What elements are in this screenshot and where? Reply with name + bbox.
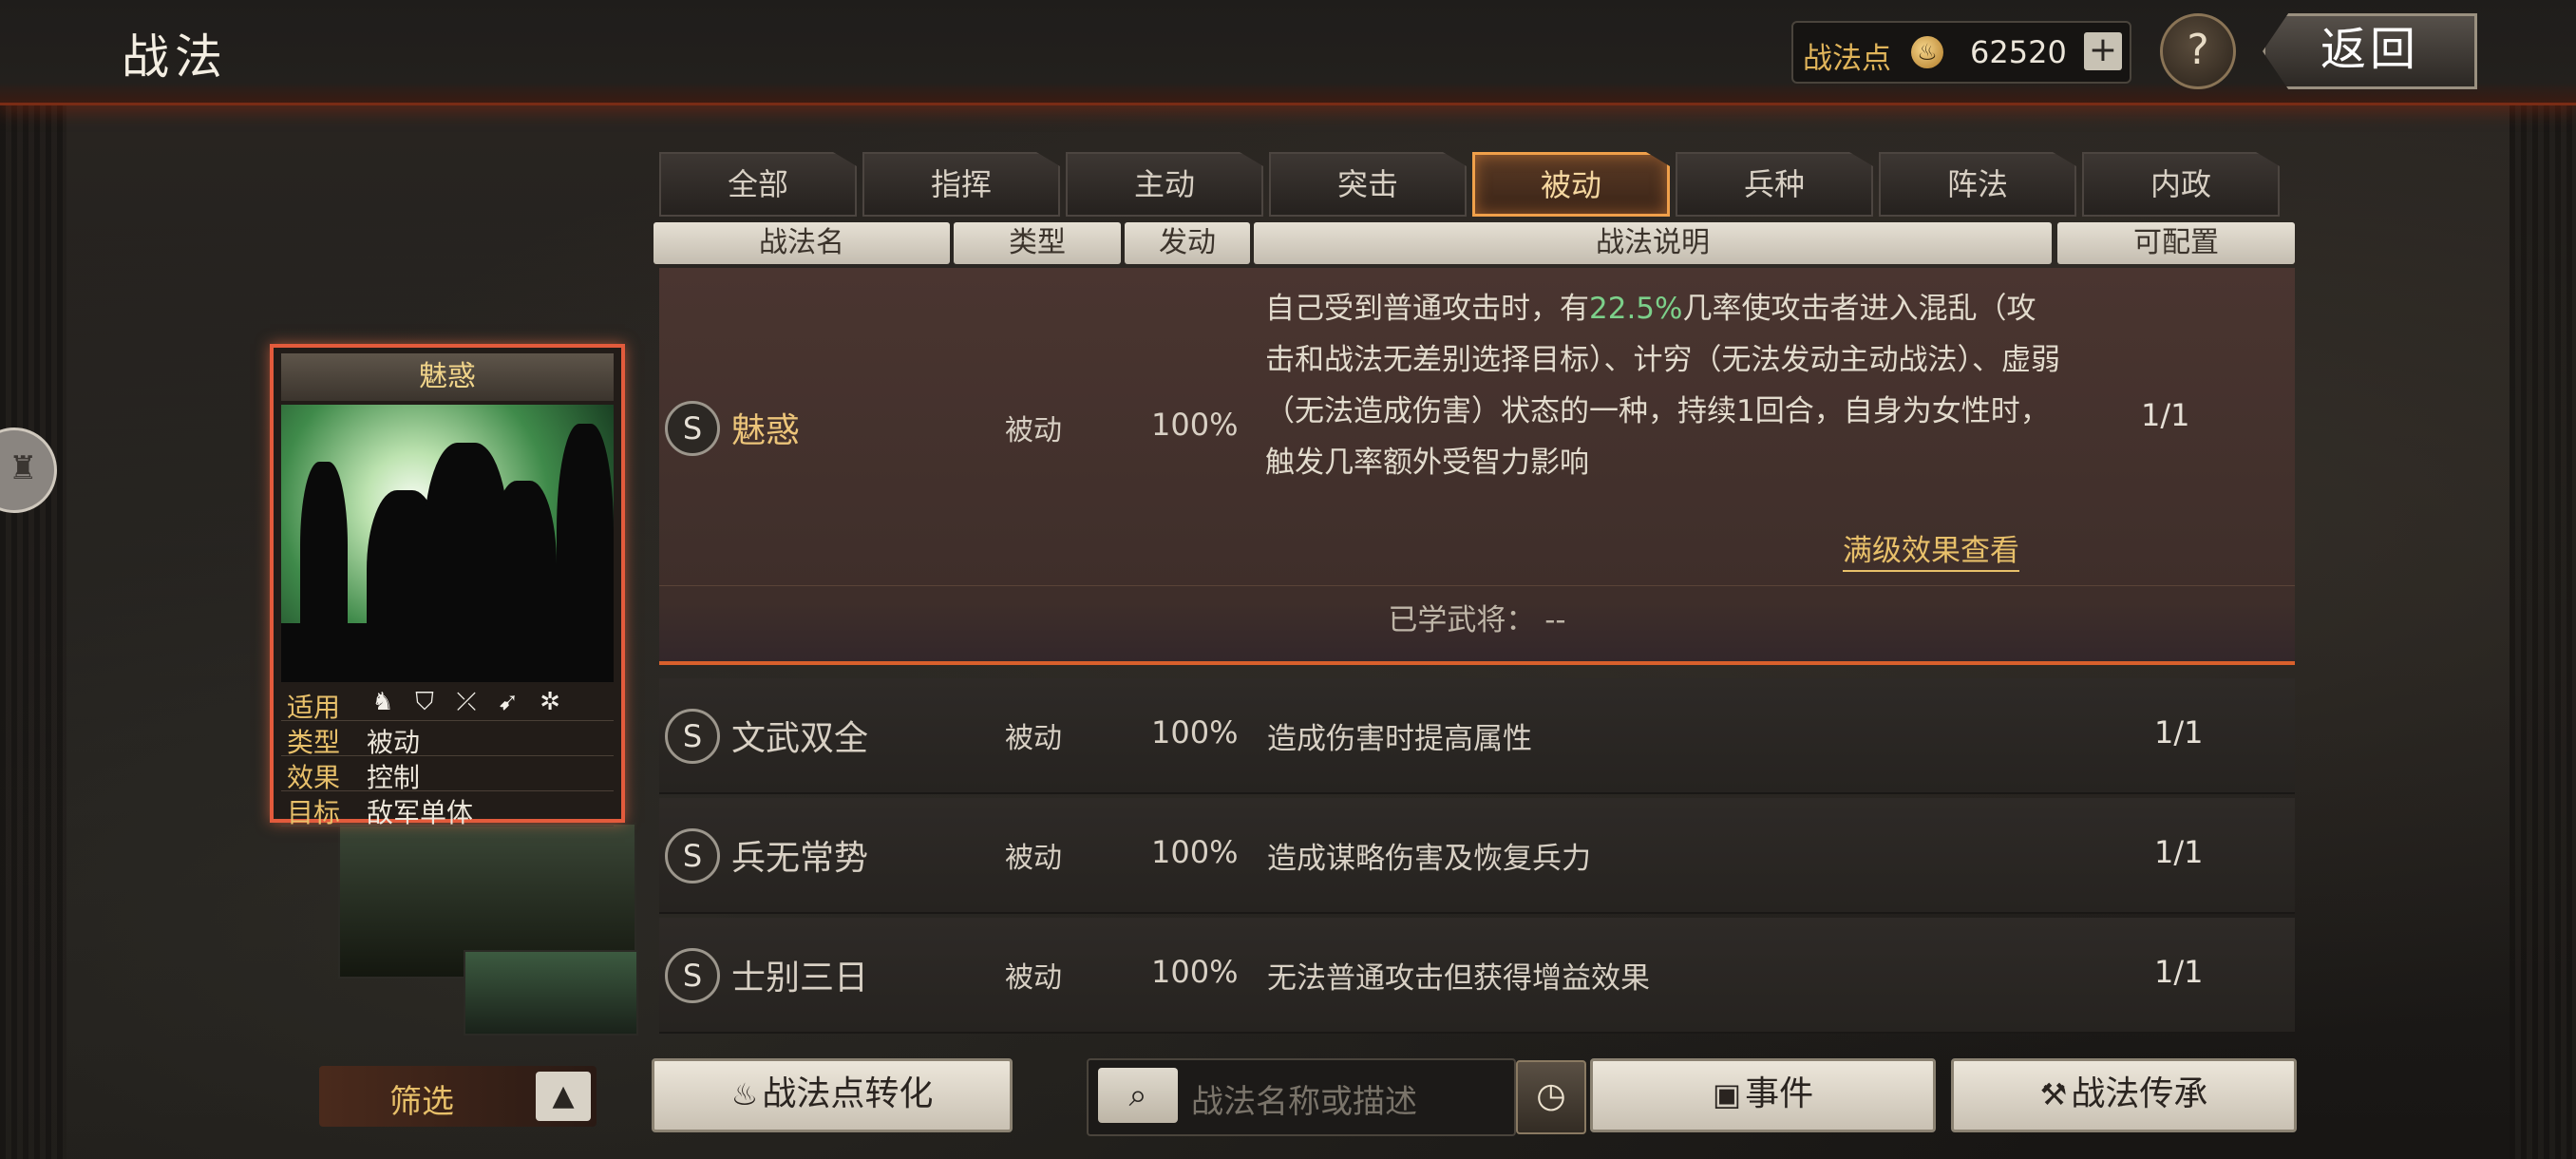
back-button[interactable]: 返回 bbox=[2263, 13, 2477, 89]
tactic-points-box: 战法点 ♨ 62520 + bbox=[1791, 21, 2131, 84]
filter-label: 筛选 bbox=[389, 1083, 454, 1121]
skill-description: 无法普通攻击但获得增益效果 bbox=[1267, 961, 1650, 996]
skill-config: 1/1 bbox=[2154, 834, 2204, 870]
filter-toggle-button[interactable]: ▲ bbox=[536, 1072, 591, 1121]
flame-icon: ♨ bbox=[730, 1076, 759, 1112]
skill-description: 造成谋略伤害及恢复兵力 bbox=[1267, 842, 1591, 876]
column-header-name[interactable]: 战法名 bbox=[653, 222, 950, 264]
tab-active[interactable]: 主动 bbox=[1066, 152, 1263, 217]
tactic-points-value: 62520 bbox=[1970, 34, 2067, 70]
table-row[interactable]: S 兵无常势 被动 100% 造成谋略伤害及恢复兵力 1/1 bbox=[659, 798, 2295, 914]
top-bar: 战法 战法点 ♨ 62520 + ? 返回 bbox=[0, 0, 2576, 105]
skill-table: S 魅惑 被动 100% 自己受到普通攻击时，有22.5%几率使攻击者进入混乱（… bbox=[659, 268, 2295, 1034]
event-label: 事件 bbox=[1745, 1074, 1814, 1113]
skill-config: 1/1 bbox=[2154, 954, 2204, 990]
inherit-button[interactable]: ⚒ 战法传承 bbox=[1951, 1058, 2297, 1132]
skill-rate: 100% bbox=[1151, 954, 1239, 990]
tab-passive[interactable]: 被动 bbox=[1472, 152, 1670, 217]
grade-badge: S bbox=[665, 948, 720, 1003]
grade-badge: S bbox=[665, 709, 720, 764]
learned-value: -- bbox=[1544, 603, 1566, 637]
tab-troop[interactable]: 兵种 bbox=[1676, 152, 1873, 217]
convert-points-label: 战法点转化 bbox=[762, 1074, 934, 1113]
tab-formation[interactable]: 阵法 bbox=[1879, 152, 2076, 217]
skill-description: 自己受到普通攻击时，有22.5%几率使攻击者进入混乱（攻击和战法无差别选择目标）… bbox=[1265, 283, 2065, 488]
cavalry-icon: ♞ bbox=[371, 688, 394, 716]
help-button[interactable]: ? bbox=[2160, 13, 2236, 89]
skill-rate: 100% bbox=[1151, 714, 1239, 750]
castle-icon: ♜ bbox=[9, 449, 38, 487]
unit-type-icons: ♞ ⛉ ⤫ ➹ ✲ bbox=[367, 688, 566, 717]
grade-badge: S bbox=[665, 401, 720, 456]
grade-badge: S bbox=[665, 828, 720, 884]
skill-type: 被动 bbox=[1005, 722, 1062, 755]
tab-command[interactable]: 指挥 bbox=[862, 152, 1060, 217]
desc-text: 自己受到普通攻击时，有 bbox=[1265, 292, 1589, 326]
skill-rate: 100% bbox=[1151, 834, 1239, 870]
learned-generals: 已学武将： -- bbox=[659, 585, 2295, 638]
skill-type: 被动 bbox=[1005, 842, 1062, 875]
spear-icon: ➹ bbox=[498, 688, 519, 716]
skill-config: 1/1 bbox=[2154, 714, 2204, 750]
event-icon: ▣ bbox=[1712, 1076, 1742, 1112]
tactic-points-label: 战法点 bbox=[1803, 42, 1891, 76]
skill-name: 士别三日 bbox=[731, 959, 869, 998]
search-input[interactable]: ⌕ 战法名称或描述 bbox=[1087, 1058, 1516, 1136]
stat-key: 目标 bbox=[287, 797, 341, 828]
stat-key: 类型 bbox=[287, 727, 341, 758]
search-icon[interactable]: ⌕ bbox=[1098, 1068, 1178, 1123]
card-stats: 适用 ♞ ⛉ ⤫ ➹ ✲ 类型 被动 效果 控制 目标 敌军单体 bbox=[281, 686, 614, 828]
page-title: 战法 bbox=[122, 29, 228, 85]
column-header-desc: 战法说明 bbox=[1254, 222, 2052, 264]
skill-name: 魅惑 bbox=[731, 411, 801, 450]
stat-row-applicable: 适用 ♞ ⛉ ⤫ ➹ ✲ bbox=[281, 686, 614, 723]
learned-label: 已学武将： bbox=[1388, 603, 1536, 637]
table-row-expanded[interactable]: S 魅惑 被动 100% 自己受到普通攻击时，有22.5%几率使攻击者进入混乱（… bbox=[659, 268, 2295, 665]
column-header-rate[interactable]: 发动 bbox=[1125, 222, 1250, 264]
stat-row-effect: 效果 控制 bbox=[281, 756, 614, 793]
column-header-config[interactable]: 可配置 bbox=[2057, 222, 2295, 264]
stat-value: 被动 bbox=[367, 727, 421, 758]
right-frame-ornament bbox=[2510, 104, 2576, 1159]
skill-detail-card: 魅惑 适用 ♞ ⛉ ⤫ ➹ ✲ 类型 被动 效果 控制 目标 敌军单体 bbox=[270, 344, 625, 828]
stat-key: 适用 bbox=[287, 692, 341, 723]
add-points-button[interactable]: + bbox=[2084, 32, 2122, 70]
skill-type: 被动 bbox=[1005, 414, 1062, 447]
stat-row-target: 目标 敌军单体 bbox=[281, 791, 614, 828]
category-tabs: 全部 指挥 主动 突击 被动 兵种 阵法 内政 bbox=[659, 152, 2280, 217]
search-placeholder: 战法名称或描述 bbox=[1191, 1083, 1417, 1121]
card-illustration bbox=[281, 405, 614, 682]
desc-highlight: 22.5% bbox=[1589, 292, 1683, 326]
hammer-icon: ⚒ bbox=[2039, 1076, 2068, 1112]
wheel-icon: ✲ bbox=[540, 688, 560, 716]
column-header-type[interactable]: 类型 bbox=[954, 222, 1121, 264]
card-title: 魅惑 bbox=[281, 353, 614, 401]
tab-internal[interactable]: 内政 bbox=[2082, 152, 2280, 217]
tab-assault[interactable]: 突击 bbox=[1269, 152, 1467, 217]
skill-type: 被动 bbox=[1005, 961, 1062, 995]
inherit-label: 战法传承 bbox=[2071, 1074, 2208, 1113]
skill-description: 造成伤害时提高属性 bbox=[1267, 722, 1532, 756]
bow-icon: ⤫ bbox=[456, 688, 477, 716]
table-row[interactable]: S 士别三日 被动 100% 无法普通攻击但获得增益效果 1/1 bbox=[659, 918, 2295, 1034]
stacked-card-back-2 bbox=[464, 950, 638, 1036]
tab-all[interactable]: 全部 bbox=[659, 152, 857, 217]
table-row[interactable]: S 文武双全 被动 100% 造成伤害时提高属性 1/1 bbox=[659, 678, 2295, 794]
stat-value: 敌军单体 bbox=[367, 797, 474, 828]
skill-config: 1/1 bbox=[2141, 397, 2190, 433]
event-button[interactable]: ▣ 事件 bbox=[1590, 1058, 1936, 1132]
skill-name: 兵无常势 bbox=[731, 839, 869, 878]
skill-name: 文武双全 bbox=[731, 719, 869, 758]
filter-control[interactable]: 筛选 ▲ bbox=[319, 1066, 597, 1127]
clock-icon[interactable]: ◷ bbox=[1516, 1060, 1586, 1134]
convert-points-button[interactable]: ♨ 战法点转化 bbox=[652, 1058, 1013, 1132]
stat-row-type: 类型 被动 bbox=[281, 721, 614, 758]
flame-coin-icon: ♨ bbox=[1911, 36, 1943, 68]
stat-value: 控制 bbox=[367, 762, 421, 793]
shield-icon: ⛉ bbox=[415, 688, 434, 716]
stat-key: 效果 bbox=[287, 762, 341, 793]
skill-rate: 100% bbox=[1151, 407, 1239, 443]
left-frame-ornament bbox=[0, 104, 66, 1159]
full-effect-link[interactable]: 满级效果查看 bbox=[1843, 532, 2019, 572]
